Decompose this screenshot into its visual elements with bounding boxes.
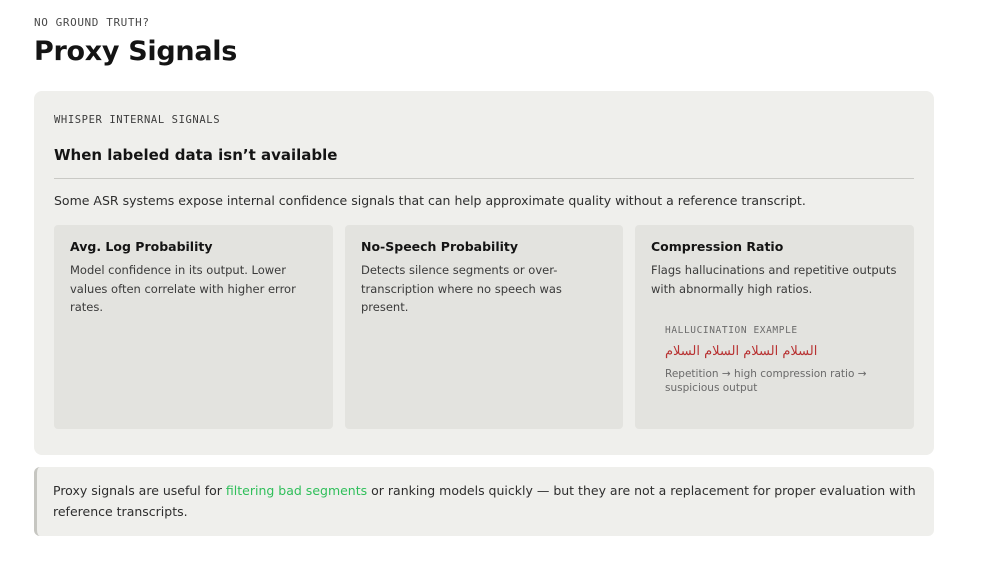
panel-heading: When labeled data isn’t available [54, 146, 338, 164]
callout-highlight: filtering bad segments [225, 483, 368, 498]
card-description: Flags hallucinations and repetitive outp… [651, 263, 897, 296]
card-description: Detects silence segments or over-transcr… [361, 263, 562, 314]
page-title: Proxy Signals [34, 36, 237, 67]
example-arabic-text: السلام السلام السلام السلام [665, 344, 818, 359]
section-eyebrow: NO GROUND TRUTH? [34, 16, 150, 29]
signals-panel: WHISPER INTERNAL SIGNALS When labeled da… [34, 91, 934, 455]
example-note: Repetition → high compression ratio → su… [665, 368, 867, 394]
card-title: Compression Ratio [651, 239, 784, 254]
card-title: Avg. Log Probability [70, 239, 213, 254]
panel-divider [54, 178, 914, 179]
card-description: Model confidence in its output. Lower va… [70, 263, 296, 314]
signal-card-compression-ratio: Compression Ratio Flags hallucinations a… [635, 225, 914, 429]
example-label: HALLUCINATION EXAMPLE [665, 325, 798, 336]
signal-card-no-speech-probability: No-Speech Probability Detects silence se… [345, 225, 623, 429]
signal-card-avg-log-probability: Avg. Log Probability Model confidence in… [54, 225, 333, 429]
panel-eyebrow: WHISPER INTERNAL SIGNALS [54, 114, 221, 126]
summary-callout: Proxy signals are useful for filtering b… [34, 467, 934, 536]
card-title: No-Speech Probability [361, 239, 519, 254]
callout-text-before: Proxy signals are useful for [53, 483, 226, 498]
hallucination-example: HALLUCINATION EXAMPLE السلام السلام السل… [665, 325, 885, 395]
panel-intro: Some ASR systems expose internal confide… [54, 193, 806, 208]
